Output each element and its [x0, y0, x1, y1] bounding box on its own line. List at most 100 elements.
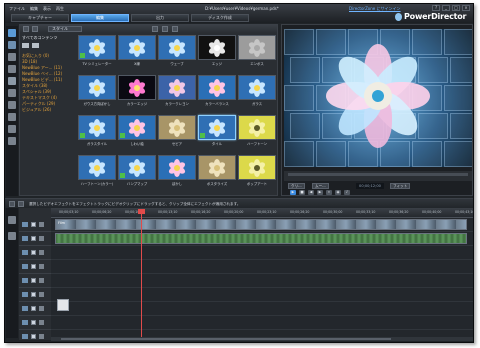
effect-room-icon[interactable] [8, 41, 16, 49]
track-lock-icon[interactable] [39, 320, 44, 325]
minimize-button[interactable]: _ [442, 5, 450, 11]
effect-thumbnail[interactable]: ハーフトーン(カラー) [78, 155, 116, 186]
title-clip-thumbnail[interactable] [57, 299, 69, 311]
timeline-view-icon[interactable] [9, 201, 15, 207]
stop-icon[interactable]: ■ [299, 190, 305, 195]
track-lock-icon[interactable] [39, 236, 44, 241]
effect-filter-icon[interactable] [32, 26, 38, 32]
track-lock-icon[interactable] [39, 306, 44, 311]
effect-thumbnail[interactable]: ポスタライズ [198, 155, 236, 186]
menu-file[interactable]: ファイル [9, 6, 25, 12]
track-enable-checkbox[interactable] [31, 306, 36, 311]
effect-thumbnail[interactable]: ガラス [238, 75, 276, 106]
all-content-heading[interactable]: すべてのコンテンツ [22, 35, 76, 41]
menu-edit[interactable]: 編集 [30, 6, 38, 12]
scrub-track[interactable] [288, 173, 468, 176]
track-enable-checkbox[interactable] [31, 334, 36, 339]
track-lock-icon[interactable] [39, 334, 44, 339]
effect-thumbnail[interactable]: タイル [198, 115, 236, 146]
video-clip[interactable]: Film [55, 219, 467, 230]
effect-thumbnail[interactable]: カラーエッジ [118, 75, 156, 106]
directorzone-signin-link[interactable]: DirectorZone にサインイン [349, 6, 401, 12]
effect-thumbnail[interactable]: しわい絵 [118, 115, 156, 146]
tab-capture[interactable]: キャプチャー [11, 14, 69, 22]
track-enable-checkbox[interactable] [31, 320, 36, 325]
tab-edit[interactable]: 編集 [71, 14, 129, 22]
track-lane[interactable] [51, 302, 473, 316]
effect-thumbnail[interactable]: TV シミュレーター [78, 35, 116, 66]
subtitle-room-icon[interactable] [8, 137, 16, 145]
track-lock-icon[interactable] [39, 222, 44, 227]
folder-icon[interactable] [22, 43, 29, 48]
media-room-icon[interactable] [8, 29, 16, 37]
track-enable-checkbox[interactable] [31, 250, 36, 255]
effect-thumbnail[interactable]: カラークレヨン [158, 75, 196, 106]
import-icon[interactable] [23, 26, 29, 32]
close-button[interactable]: × [462, 5, 470, 11]
clip-mode-button[interactable]: クリ... [288, 183, 305, 189]
preview-scrubber[interactable] [284, 171, 472, 181]
track-lock-icon[interactable] [39, 278, 44, 283]
help-button[interactable]: ? [432, 5, 440, 11]
effect-thumbnail[interactable]: X線 [118, 35, 156, 66]
effect-thumbnail[interactable]: ぼかし [158, 155, 196, 186]
timecode-display[interactable]: 00;00;12;00 [356, 183, 384, 189]
view-grid-icon[interactable] [162, 26, 168, 32]
fit-dropdown[interactable]: フィット [390, 183, 411, 189]
effect-thumbnail[interactable]: カラーバランス [198, 75, 236, 106]
effect-thumbnail[interactable]: エンボス [238, 35, 276, 66]
tab-produce[interactable]: 出力 [131, 14, 189, 22]
volume-icon[interactable]: ♪ [344, 190, 350, 195]
track-lane[interactable] [51, 316, 473, 330]
tab-disc[interactable]: ディスク作成 [191, 14, 249, 22]
play-icon[interactable]: ▶ [290, 190, 296, 195]
track-lane[interactable] [51, 274, 473, 288]
track-lane[interactable] [51, 288, 473, 302]
view-list-icon[interactable] [152, 26, 158, 32]
effect-thumbnail[interactable]: ハーフトーン [238, 115, 276, 146]
menu-playback[interactable]: 再生 [56, 6, 64, 12]
audio-clip[interactable] [55, 233, 467, 244]
scrollbar-thumb[interactable] [61, 338, 391, 340]
playhead-handle[interactable] [138, 209, 145, 214]
prev-frame-icon[interactable]: ◀ [308, 190, 314, 195]
track-lane[interactable] [51, 246, 473, 260]
maximize-button[interactable]: □ [452, 5, 460, 11]
title-room-icon[interactable] [8, 77, 16, 85]
audio-mixing-icon[interactable] [8, 101, 16, 109]
playhead[interactable] [141, 209, 142, 340]
storyboard-view-icon[interactable] [18, 201, 24, 207]
pip-room-icon[interactable] [8, 53, 16, 61]
zoom-in-icon[interactable] [8, 216, 16, 224]
timeline-scrollbar[interactable] [51, 337, 473, 341]
particle-room-icon[interactable] [8, 65, 16, 73]
timeline-ruler[interactable]: 00;00;03;10 00;00;06;20 00;00;10;00 00;00;1… [51, 208, 473, 218]
effect-thumbnail[interactable]: ウェーブ [158, 35, 196, 66]
effect-thumbnail[interactable]: バンプマップ [118, 155, 156, 186]
track-enable-checkbox[interactable] [31, 264, 36, 269]
track-lane[interactable] [51, 260, 473, 274]
voiceover-icon[interactable] [8, 113, 16, 121]
effect-thumbnail[interactable]: エッジ [198, 35, 236, 66]
next-frame-icon[interactable]: ▶ [317, 190, 323, 195]
menu-view[interactable]: 表示 [43, 6, 51, 12]
track-enable-checkbox[interactable] [31, 222, 36, 227]
track-enable-checkbox[interactable] [31, 236, 36, 241]
effect-thumbnail[interactable]: ガウス方向ぼかし [78, 75, 116, 106]
effect-thumbnail[interactable]: セピア [158, 115, 196, 146]
effect-thumbnail[interactable]: ガラスタイル [78, 115, 116, 146]
category-item[interactable]: ビジュアル (26) [22, 107, 76, 113]
effect-thumbnail[interactable]: ポップアート [238, 155, 276, 186]
sort-icon[interactable] [172, 26, 178, 32]
timeline-tracks[interactable]: Film [51, 218, 473, 340]
track-lock-icon[interactable] [39, 250, 44, 255]
effect-category-dropdown[interactable]: スタイル [48, 26, 82, 32]
snapshot-icon[interactable]: ◉ [335, 190, 341, 195]
track-lock-icon[interactable] [39, 264, 44, 269]
chapter-room-icon[interactable] [8, 125, 16, 133]
track-lock-icon[interactable] [39, 292, 44, 297]
movie-mode-button[interactable]: ムー... [312, 183, 329, 189]
track-enable-checkbox[interactable] [31, 278, 36, 283]
transition-room-icon[interactable] [8, 89, 16, 97]
folder-add-icon[interactable] [32, 43, 39, 48]
